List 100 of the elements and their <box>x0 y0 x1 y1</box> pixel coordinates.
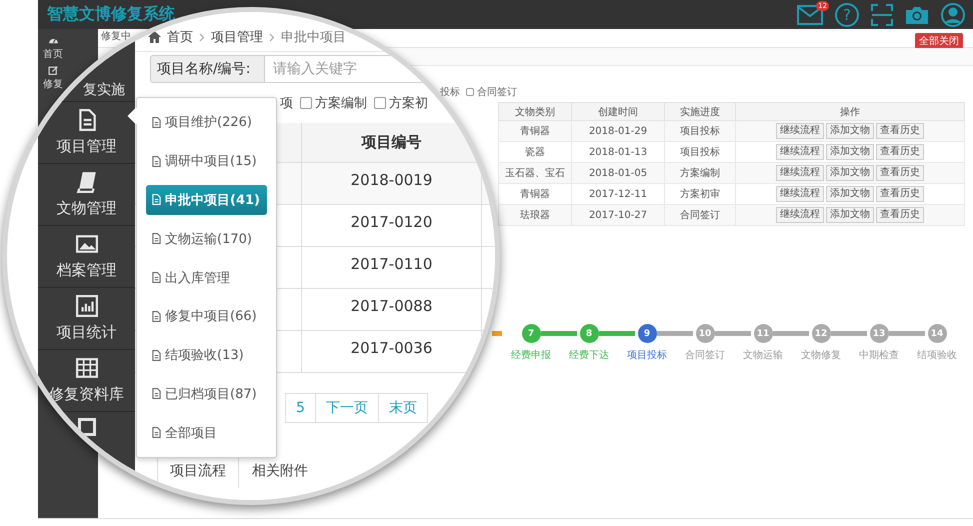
breadcrumb-item[interactable]: 首页 <box>167 28 193 46</box>
document-icon <box>152 116 161 128</box>
search-label: 项目名称/编号: <box>150 55 265 83</box>
step-number: 11 <box>754 324 772 343</box>
table-cell: 青铜器 <box>498 120 572 142</box>
step-label: 文物修复 <box>801 348 841 362</box>
edit-icon <box>48 65 58 76</box>
table-cell: 2017-0088 <box>302 288 482 330</box>
progress-marker <box>492 331 502 336</box>
checkbox[interactable] <box>374 97 386 109</box>
action-button[interactable]: 继续流程 <box>776 207 824 223</box>
progress-connector <box>831 331 867 336</box>
table-cell: 2018-0019 <box>302 162 482 204</box>
action-button[interactable]: 查看历史 <box>876 144 924 160</box>
action-button[interactable]: 继续流程 <box>776 165 824 181</box>
document-icon <box>152 194 161 206</box>
action-button[interactable]: 添加文物 <box>826 165 874 181</box>
scan-icon[interactable] <box>871 4 893 26</box>
step-label: 经费申报 <box>511 348 551 362</box>
menu-item[interactable]: 已归档项目(87) <box>146 378 267 410</box>
document-icon <box>152 156 161 167</box>
action-button[interactable]: 查看历史 <box>876 207 924 223</box>
help-button[interactable]: ? <box>835 2 859 26</box>
breadcrumb-item: 申批中项目 <box>281 29 346 46</box>
table-cell: 2017-10-27 <box>572 204 664 226</box>
checkbox-label: 方案初 <box>389 95 428 112</box>
step-number: 12 <box>812 324 830 343</box>
breadcrumb-item[interactable]: 项目管理 <box>211 28 263 46</box>
menu-item[interactable]: 结项验收(13) <box>146 340 267 370</box>
action-button[interactable]: 查看历史 <box>876 186 924 202</box>
step-number: 13 <box>870 324 888 343</box>
step-number: 9 <box>638 324 656 343</box>
camera-icon[interactable] <box>905 4 929 24</box>
menu-item[interactable]: 申批中项目(41) <box>146 184 267 216</box>
action-button[interactable]: 添加文物 <box>826 123 874 139</box>
column-header: 实施进度 <box>664 102 736 120</box>
step-label: 文物运输 <box>743 348 783 362</box>
document-icon <box>152 310 161 322</box>
column-header: 文物类别 <box>498 102 572 120</box>
menu-item[interactable]: 调研中项目(15) <box>146 146 267 177</box>
close-all-button[interactable]: 全部关闭 <box>915 33 963 49</box>
bar-chart-icon <box>76 295 98 317</box>
progress-connector <box>889 331 925 336</box>
book-icon <box>76 171 98 193</box>
table-cell: 2017-0036 <box>302 330 482 372</box>
document-icon <box>152 233 161 244</box>
step-label: 经费下达 <box>569 348 609 362</box>
checkbox-label: 方案编制 <box>315 95 367 112</box>
table-cell: 2017-0110 <box>302 246 482 288</box>
chevron-right-icon <box>199 32 205 42</box>
progress-connector <box>541 331 577 336</box>
table-cell: 玉石器、宝石 <box>498 162 572 184</box>
action-button[interactable]: 添加文物 <box>826 186 874 202</box>
app-title: 智慧文博修复系统 <box>47 4 175 25</box>
menu-item[interactable]: 修复中项目(66) <box>146 300 267 332</box>
document-icon <box>152 427 161 438</box>
progress-connector <box>599 331 635 336</box>
document-icon <box>152 272 161 284</box>
step-label: 项目投标 <box>627 348 667 362</box>
user-avatar-icon[interactable] <box>941 2 965 26</box>
step-label: 结项验收 <box>917 348 957 362</box>
action-button[interactable]: 添加文物 <box>826 207 874 223</box>
step-label: 中期检查 <box>859 348 899 362</box>
step-number: 7 <box>522 324 540 343</box>
menu-item[interactable]: 全部项目 <box>146 417 267 448</box>
menu-item[interactable]: 文物运输(170) <box>146 223 267 254</box>
checkbox[interactable] <box>300 97 312 109</box>
column-header: 创建时间 <box>572 102 664 120</box>
table-cell: 2018-01-05 <box>572 162 664 184</box>
action-button[interactable]: 查看历史 <box>876 165 924 181</box>
progress-connector <box>657 331 693 336</box>
menu-item[interactable]: 项目维护(226) <box>146 107 267 138</box>
checkbox-label: 合同签订 <box>477 86 517 99</box>
table-cell: 方案编制 <box>664 162 736 184</box>
chevron-right-icon <box>269 32 275 42</box>
progress-connector <box>715 331 751 336</box>
table-cell: 项目投标 <box>664 120 736 142</box>
table-cell: 合同签订 <box>664 204 736 226</box>
action-button[interactable]: 继续流程 <box>776 186 824 202</box>
table-cell: 2017-0120 <box>302 204 482 246</box>
document-icon <box>152 350 161 361</box>
step-label: 合同签订 <box>685 349 725 362</box>
action-button[interactable]: 继续流程 <box>776 144 824 160</box>
square-icon <box>78 418 96 436</box>
action-button[interactable]: 继续流程 <box>776 123 824 139</box>
action-button[interactable]: 添加文物 <box>826 144 874 160</box>
image-icon <box>76 233 98 255</box>
filter-label: 项 <box>280 95 293 112</box>
table-cell: 2018-01-29 <box>572 120 664 142</box>
action-button[interactable]: 查看历史 <box>876 123 924 139</box>
column-header: 操作 <box>736 102 964 120</box>
menu-item[interactable]: 出入库管理 <box>146 262 267 293</box>
document-icon <box>152 388 161 400</box>
table-cell: 珐琅器 <box>498 204 572 226</box>
progress-connector <box>773 331 809 336</box>
step-number: 10 <box>696 324 714 343</box>
grid-icon <box>76 357 98 379</box>
filter-label: 投标 <box>440 86 460 99</box>
home-icon[interactable] <box>148 31 161 43</box>
step-number: 8 <box>580 324 598 343</box>
